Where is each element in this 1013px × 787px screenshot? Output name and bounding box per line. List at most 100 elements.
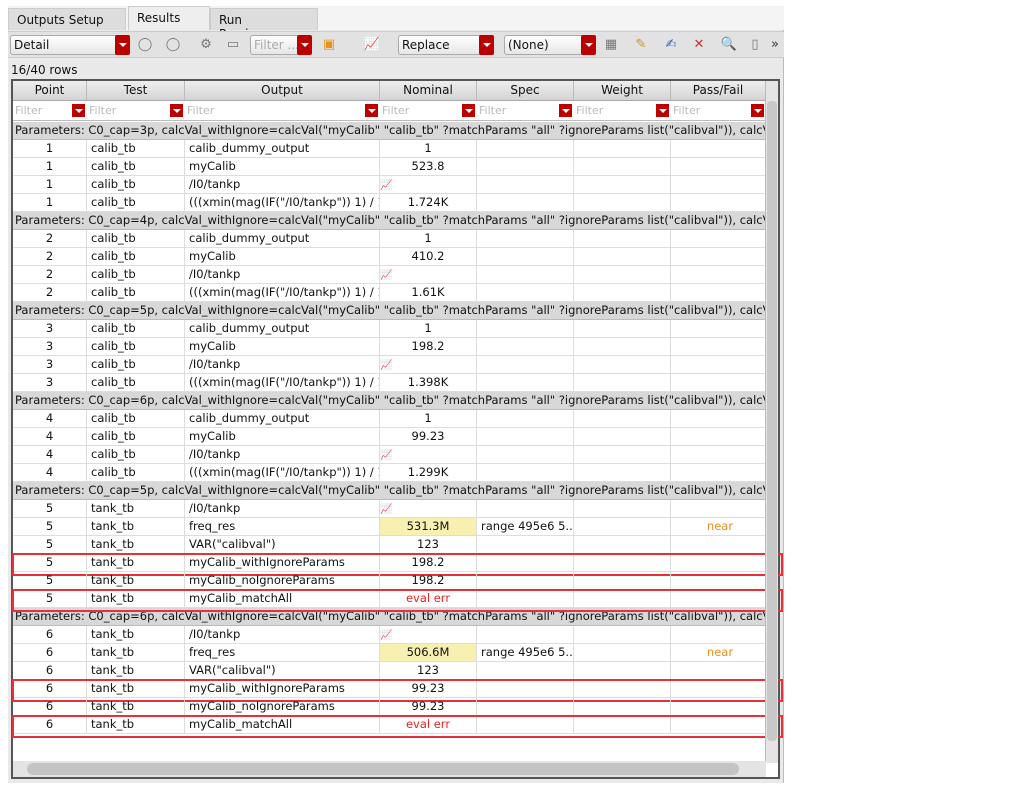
edit-pencil-icon[interactable]: ✎ [632,36,650,54]
table-row[interactable]: 4 calib_tb myCalib 99.23 [13,428,766,446]
table-row[interactable]: 3 calib_tb/I0/tankp 📈 [13,356,766,374]
cell-test: calib_tb [87,194,185,211]
table-row[interactable]: 2 calib_tb (((xmin(mag(IF("/I0/tankp")) 1)… [13,284,766,302]
chevron-down-icon[interactable] [479,35,494,55]
table-row[interactable]: 2 calib_tb/I0/tankp 📈 [13,266,766,284]
vertical-scroll-thumb[interactable] [767,101,777,741]
parameters-row[interactable]: Parameters: C0_cap=5p, calcVal_withIgnor… [13,482,766,500]
cell-weight [574,230,671,247]
result-set-select[interactable]: (None) [504,35,596,55]
parameters-row[interactable]: Parameters: C0_cap=3p, calcVal_withIgnor… [13,122,766,140]
more-button[interactable]: » [766,36,784,54]
filter-input-nominal[interactable]: Filter [380,101,461,120]
tab-outputs-setup[interactable]: Outputs Setup [8,8,126,30]
cell-nominal: 410.2 [380,248,477,265]
table-row[interactable]: 3 calib_tb calib_dummy_output 1 [13,320,766,338]
table-row[interactable]: 5 tank_tb myCalib_withIgnoreParams 198.2 [12,553,783,576]
column-header-test[interactable]: Test [87,81,185,100]
column-header-output[interactable]: Output [185,81,380,100]
parameters-row[interactable]: Parameters: C0_cap=4p, calcVal_withIgnor… [13,212,766,230]
next-icon[interactable]: ◯ [164,36,182,54]
filter-dropdown-icon[interactable] [365,104,378,117]
filter-input-pass-fail[interactable]: Filter [671,101,750,120]
column-header-point[interactable]: Point [13,81,87,100]
settings-gears-icon[interactable]: ⚙ [197,36,215,54]
table-row[interactable]: 1 calib_tb (((xmin(mag(IF("/I0/tankp")) 1)… [13,194,766,212]
table-row[interactable]: 6 tank_tb freq_res 506.6M range 495e6 5... ne… [13,644,766,662]
column-header-nominal[interactable]: Nominal [380,81,477,100]
pass-fail-icon[interactable]: ✕ [690,36,708,54]
waveform-plot-icon[interactable]: 📈 [380,504,392,515]
table-row[interactable]: 2 calib_tb calib_dummy_output 1 [13,230,766,248]
waveform-plot-icon[interactable]: 📈 [380,630,392,641]
tab-run-preview[interactable]: Run Preview× [210,8,318,41]
cell-test: calib_tb [87,230,185,247]
waveform-plot-icon[interactable]: 📈 [380,360,392,371]
vertical-scrollbar[interactable] [765,81,778,763]
filter-dropdown-icon[interactable] [170,104,183,117]
cell-output: myCalib [185,338,380,355]
view-select[interactable]: Detail [10,35,130,55]
horizontal-scroll-thumb[interactable] [27,763,739,775]
table-row[interactable]: 6 tank_tb myCalib_withIgnoreParams 99.23 [12,679,783,702]
chevron-down-icon[interactable] [581,35,596,55]
filter-input-weight[interactable]: Filter [574,101,655,120]
table-row[interactable]: 1 calib_tb myCalib 523.8 [13,158,766,176]
chevron-down-icon[interactable] [115,35,130,55]
table-row[interactable]: 5 tank_tb freq_res 531.3M range 495e6 5... ne… [13,518,766,536]
table-row[interactable]: 1 calib_tb/I0/tankp 📈 [13,176,766,194]
cell-spec [477,410,574,427]
filter-input-output[interactable]: Filter [185,101,364,120]
waveform-plot-icon[interactable]: 📈 [380,180,392,191]
filter-dropdown-icon[interactable] [559,104,572,117]
table-row[interactable]: 3 calib_tb (((xmin(mag(IF("/I0/tankp")) 1)… [13,374,766,392]
plot-icon[interactable]: 📈 [363,36,381,54]
search-icon[interactable]: 🔍 [720,36,738,54]
table-layout-icon[interactable]: ▭ [224,36,242,54]
table-row[interactable]: 5 tank_tb myCalib_matchAll eval err [12,589,783,612]
export-document-icon[interactable]: ▯ [746,36,764,54]
parameters-row[interactable]: Parameters: C0_cap=5p, calcVal_withIgnor… [13,302,766,320]
table-row[interactable]: 5 tank_tb VAR("calibval") 123 [13,536,766,554]
table-row[interactable]: 6 tank_tb myCalib_matchAll eval err [12,715,783,738]
filter-input-spec[interactable]: Filter [477,101,558,120]
cell-weight [574,140,671,157]
plot-mode-select[interactable]: Replace [398,35,494,55]
filter-input[interactable]: Filter ... [250,35,312,55]
table-row[interactable]: 2 calib_tb myCalib 410.2 [13,248,766,266]
plot-options-icon[interactable]: ▣ [320,36,338,54]
waveform-plot-icon[interactable]: 📈 [380,450,392,461]
table-row[interactable]: 3 calib_tb myCalib 198.2 [13,338,766,356]
cell-weight [574,266,671,283]
table-row[interactable]: 4 calib_tb (((xmin(mag(IF("/I0/tankp")) 1)… [13,464,766,482]
parameters-row[interactable]: Parameters: C0_cap=6p, calcVal_withIgnor… [13,392,766,410]
table-row[interactable]: 6 tank_tb myCalib_noIgnoreParams 99.23 [13,698,766,716]
table-row[interactable]: 1 calib_tb calib_dummy_output 1 [13,140,766,158]
cell-spec [477,698,574,715]
table-row[interactable]: 5 tank_tb/I0/tankp 📈 [13,500,766,518]
parameters-row[interactable]: Parameters: C0_cap=6p, calcVal_withIgnor… [13,608,766,626]
tab-results[interactable]: Results [128,6,210,30]
table-row[interactable]: 5 tank_tb myCalib_noIgnoreParams 198.2 [13,572,766,590]
cell-output: freq_res [185,518,380,535]
column-header-pass-fail[interactable]: Pass/Fail [671,81,766,100]
filter-dropdown-icon[interactable] [462,104,475,117]
column-header-spec[interactable]: Spec [477,81,574,100]
cell-spec: range 495e6 5... [477,518,574,535]
table-row[interactable]: 6 tank_tb/I0/tankp 📈 [13,626,766,644]
compare-icon[interactable]: ▦ [602,36,620,54]
filter-dropdown-icon[interactable] [751,104,764,117]
horizontal-scrollbar[interactable] [13,761,766,777]
table-row[interactable]: 4 calib_tb/I0/tankp 📈 [13,446,766,464]
chevron-down-icon[interactable] [297,35,312,55]
waveform-plot-icon[interactable]: 📈 [380,270,392,281]
filter-dropdown-icon[interactable] [72,104,85,117]
table-row[interactable]: 6 tank_tb VAR("calibval") 123 [13,662,766,680]
column-header-weight[interactable]: Weight [574,81,671,100]
table-row[interactable]: 4 calib_tb calib_dummy_output 1 [13,410,766,428]
previous-icon[interactable]: ◯ [136,36,154,54]
filter-input-point[interactable]: Filter [13,101,71,120]
annotate-icon[interactable]: ✍ [662,36,680,54]
filter-input-test[interactable]: Filter [87,101,169,120]
filter-dropdown-icon[interactable] [656,104,669,117]
